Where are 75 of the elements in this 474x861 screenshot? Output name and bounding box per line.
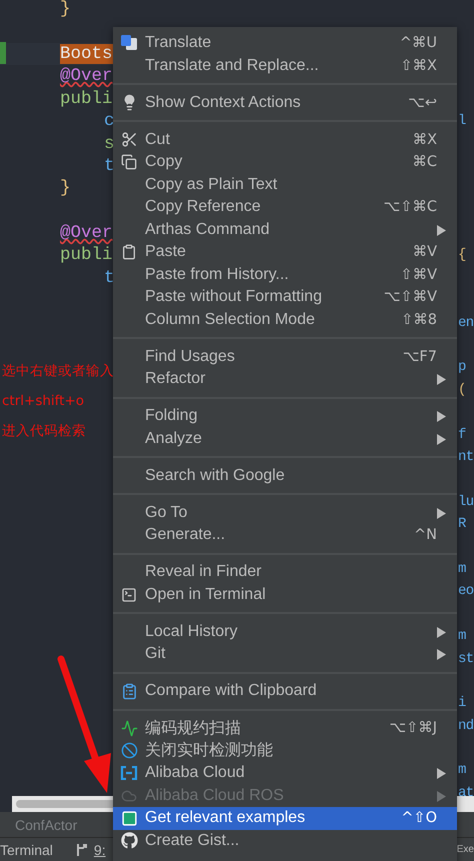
code-text: i [458,694,466,714]
menu-item[interactable]: Find Usages ⌥F7 [113,346,457,368]
menu-item[interactable]: Open in Terminal [113,584,457,606]
menu-item[interactable]: 关闭实时检测功能 [113,740,457,762]
menu-item[interactable]: Copy Reference ⌥⇧⌘C [113,196,457,218]
menu-item[interactable]: Go To [113,502,457,524]
menu-item[interactable]: Analyze [113,428,457,450]
annotation-text: ctrl+shift+o [2,392,84,410]
code-text: @Over [60,66,113,86]
menu-item[interactable]: Compare with Clipboard [113,680,457,702]
status-text[interactable]: Exe [456,844,474,855]
menu-item[interactable]: Paste ⌘V [113,241,457,264]
menu-item[interactable]: Git [113,643,457,666]
menu-item[interactable]: Refactor [113,368,457,390]
menu-item[interactable]: Paste without Formatting ⌥⇧⌘V [113,286,457,308]
menu-item[interactable]: Column Selection Mode ⇧⌘8 [113,308,457,331]
menu-item[interactable]: Create Gist... [113,830,457,852]
annotation-text: 选中右键或者输入 [2,362,114,380]
terminal-tab[interactable]: Terminal [0,842,53,858]
menu-item[interactable]: Alibaba Cloud [113,762,457,784]
code-text: publi [60,245,113,266]
menu-item[interactable]: Generate... ^N [113,524,457,546]
copy-icon [121,154,137,170]
menu-item[interactable]: Copy as Plain Text [113,174,457,196]
change-marker [0,42,6,64]
code-text: at [458,784,474,796]
menu-item[interactable]: Search with Google [113,464,457,487]
ban-icon [120,742,138,759]
translate-icon [120,34,138,52]
code-text: eo [458,582,474,602]
code-text: lu [458,492,474,512]
menu-item[interactable]: Translate ^⌘U [113,32,457,54]
clipboard-icon [121,244,137,260]
code-text: m [458,627,466,646]
code-text: } [60,178,71,198]
code-text: p [458,358,466,378]
code-text: nd [458,716,474,736]
menu-item[interactable]: Reveal in Finder [113,561,457,584]
code-text: t [104,156,113,176]
code-text: { [458,246,466,266]
code-text: ( [458,380,466,400]
menu-item[interactable]: Cut ⌘X [113,128,457,151]
scissors-icon [120,131,138,148]
menu-item[interactable]: Show Context Actions ⌥↩ [113,92,457,114]
menu-item[interactable]: Folding [113,405,457,428]
menu-item[interactable]: Translate and Replace... ⇧⌘X [113,54,457,77]
cloud-icon [121,788,137,804]
code-text: c [104,111,113,132]
menu-item[interactable]: Paste from History... ⇧⌘V [113,264,457,286]
code-text: publi [60,88,113,109]
code-text: t [104,268,113,288]
code-text: en [458,314,474,333]
code-text: @Over [60,223,113,244]
menu-item[interactable]: Local History [113,620,457,643]
status-text[interactable]: 9: [94,842,106,858]
code-text: } [60,0,71,20]
activity-chart-icon [120,720,138,736]
code-text: s [104,134,113,154]
menu-item[interactable]: Arthas Command [113,218,457,241]
code-text: l [458,112,466,132]
github-icon [120,832,138,849]
menu-item[interactable]: 编码规约扫描 ⌥⇧⌘J [113,717,457,740]
code-text: m [458,761,466,780]
code-text: st [458,650,474,669]
bracket-icon [120,766,138,780]
code-text: m [458,560,466,579]
annotation-text: 进入代码检索 [2,422,86,440]
code-text: f [458,426,466,445]
clipboard-icon [120,682,138,700]
code-text: nt [458,448,474,467]
code-text: R [458,515,466,534]
code-text: Boots [60,44,113,64]
branch-icon [74,842,89,856]
menu-item[interactable]: Copy ⌘C [113,151,457,174]
menu-item[interactable]: Get relevant examples ^⇧O [113,807,457,830]
